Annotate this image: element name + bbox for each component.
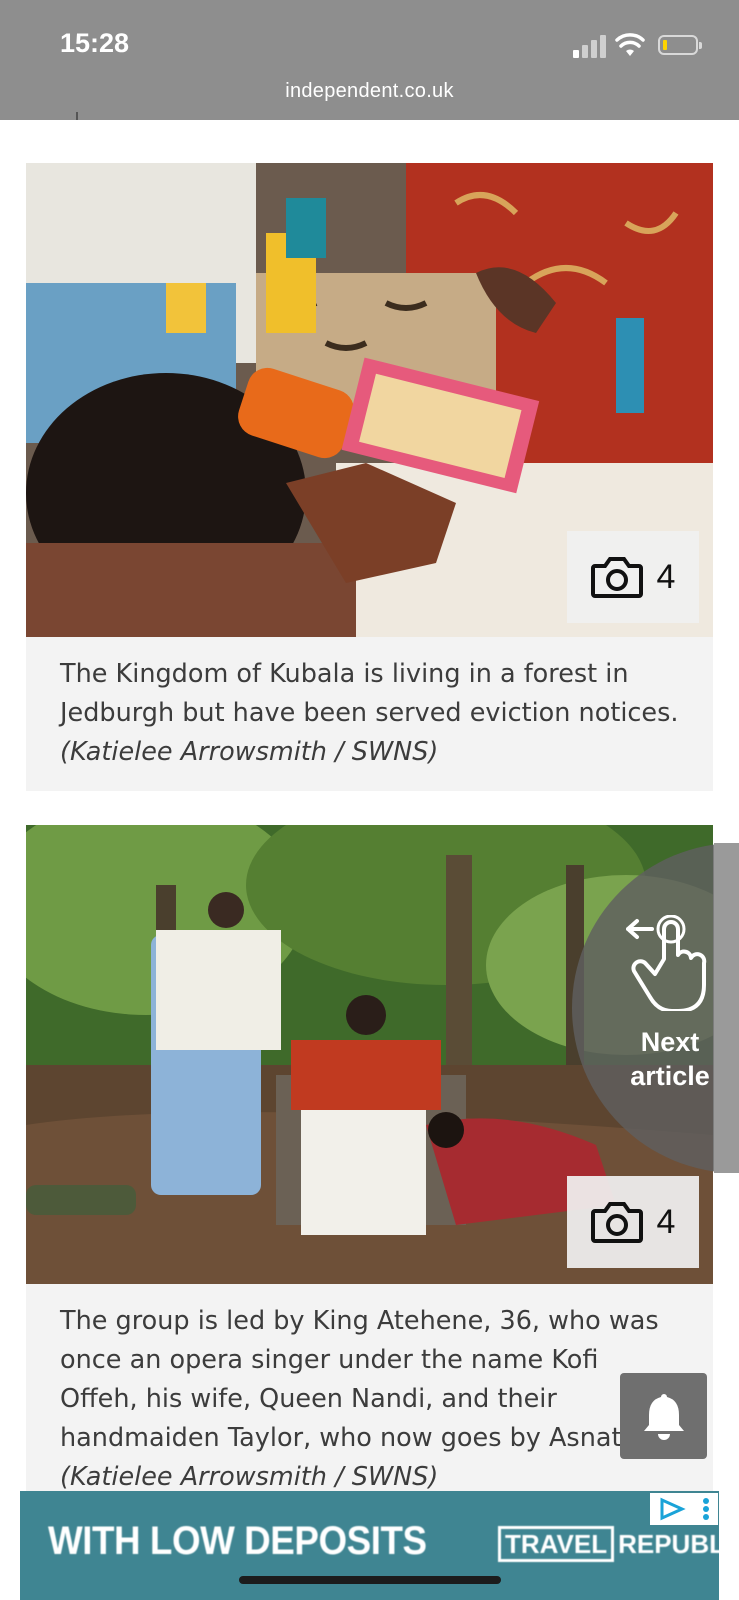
gallery-count: 4	[656, 1202, 676, 1241]
home-indicator[interactable]	[239, 1576, 501, 1584]
browser-top-bar: 15:28 independent.co.uk	[0, 0, 739, 120]
camera-icon	[590, 1202, 643, 1243]
ad-brand-logo: TRAVELREPUBLIC	[498, 1526, 719, 1562]
bell-icon	[643, 1394, 684, 1440]
battery-icon	[658, 35, 702, 55]
next-article-label[interactable]: Next article	[610, 1025, 730, 1093]
next-article-edge[interactable]	[714, 843, 739, 1173]
photo-credit: (Katielee Arrowsmith / SWNS)	[60, 737, 439, 767]
url-bar[interactable]: independent.co.uk	[0, 80, 739, 103]
caption-text: The group is led by King Atehene, 36, wh…	[60, 1306, 659, 1453]
swipe-hand-icon	[626, 915, 707, 1011]
caption-text: The Kingdom of Kubala is living in a for…	[60, 659, 679, 728]
image-caption: The group is led by King Atehene, 36, wh…	[26, 1284, 713, 1491]
ad-choices-icon[interactable]	[650, 1493, 718, 1525]
gallery-count-badge[interactable]: 4	[567, 1176, 699, 1268]
status-time: 15:28	[60, 28, 130, 58]
ad-headline: WITH LOW DEPOSITS	[48, 1519, 427, 1563]
notifications-button[interactable]	[620, 1373, 707, 1459]
photo-credit: (Katielee Arrowsmith / SWNS)	[60, 1462, 439, 1491]
signal-icon	[573, 34, 607, 58]
camera-icon	[590, 557, 643, 598]
wifi-icon	[615, 33, 645, 56]
cut-off-text-fragment	[76, 112, 78, 120]
gallery-count: 4	[656, 557, 676, 596]
gallery-count-badge[interactable]: 4	[567, 531, 699, 623]
gallery-item[interactable]: 4 The Kingdom of Kubala is living in a f…	[26, 163, 713, 791]
image-caption: The Kingdom of Kubala is living in a for…	[26, 637, 713, 791]
